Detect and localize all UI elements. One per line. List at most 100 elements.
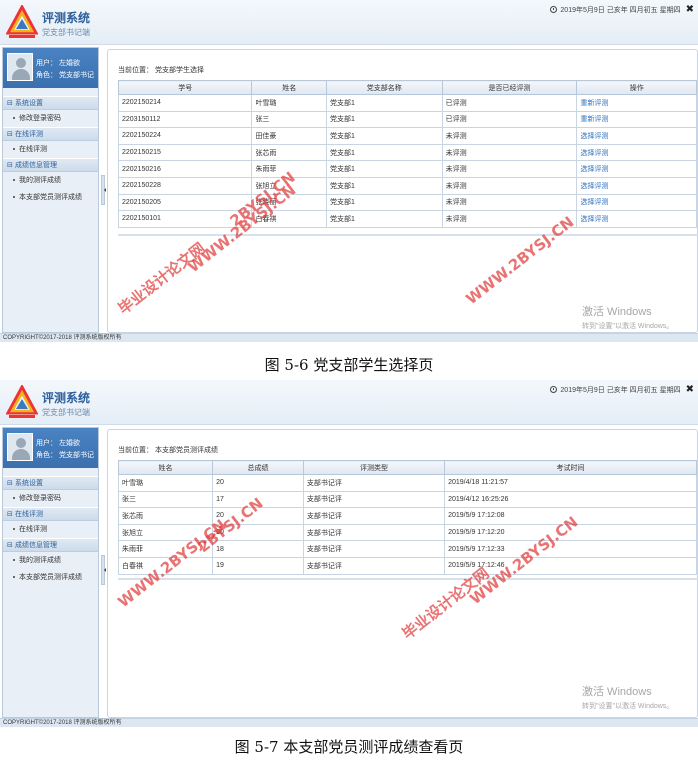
screenshot-student-select: 评测系统 党支部书记端 2019年5月9日 己亥年 四月初五 星期四 ✖ 用户：… <box>0 0 698 342</box>
menu-group-system[interactable]: ⊟ 系统设置 <box>3 476 98 490</box>
activate-windows-notice: 激活 Windows 转到"设置"以激活 Windows。 <box>582 303 673 331</box>
menu-group-label: 成绩信息管理 <box>14 162 57 169</box>
sidebar-collapse-handle[interactable] <box>101 555 106 585</box>
table-row: 2202150101 白春祺 党支部1 未评测 选择评测 <box>117 210 697 228</box>
eval-action-link[interactable]: 选择评测 <box>576 143 697 162</box>
menu-group-system[interactable]: ⊟ 系统设置 <box>3 96 98 110</box>
table-cell: 19 <box>212 556 304 575</box>
app-title: 评测系统 <box>42 11 91 25</box>
table-cell: 18 <box>212 540 304 558</box>
menu-group-online-eval[interactable]: ⊟ 在线评测 <box>3 127 98 141</box>
menu-item-branch-scores[interactable]: 本支部党员测评成绩 <box>3 189 98 206</box>
column-header: 是否已经评测 <box>441 80 578 95</box>
table-row: 叶雪璐 20 支部书记评 2019/4/18 11:21:57 <box>117 474 697 492</box>
menu-group-scores[interactable]: ⊟ 成绩信息管理 <box>3 538 98 552</box>
table-cell: 已评测 <box>441 94 578 112</box>
header-datetime: 2019年5月9日 己亥年 四月初五 星期四 ✖ <box>550 384 694 395</box>
avatar <box>7 433 33 461</box>
app-subtitle: 党支部书记端 <box>42 408 90 417</box>
logo-icon <box>6 385 38 418</box>
user-name: 用户： 左婚欲 <box>36 440 80 447</box>
collapse-icon: ⊟ <box>7 511 13 518</box>
header-datetime: 2019年5月9日 己亥年 四月初五 星期四 ✖ <box>550 4 694 15</box>
sidebar: 用户： 左婚欲 角色： 党支部书记 ⊟ 系统设置 修改登录密码 ⊟ 在线评测 在… <box>2 47 99 333</box>
table-cell: 张芯雨 <box>117 507 214 525</box>
user-name: 用户： 左婚欲 <box>36 60 80 67</box>
main-panel: 当前位置： 本支部党员测评成绩 姓名 总成绩 评测类型 考试时间 叶雪璐 20 支部书记评… <box>107 429 698 718</box>
menu-item-label: 我的测评成绩 <box>19 177 61 184</box>
menu-item-label: 在线评测 <box>19 526 47 533</box>
eval-action-link[interactable]: 选择评测 <box>576 127 697 145</box>
column-header: 学号 <box>117 80 253 95</box>
table-cell: 未评测 <box>441 160 578 178</box>
table-cell: 支部书记评 <box>302 490 446 509</box>
table-cell: 未评测 <box>441 193 578 212</box>
menu-item-online-eval[interactable]: 在线评测 <box>3 521 98 538</box>
table-cell: 2202150215 <box>117 143 253 162</box>
logo-icon <box>6 5 38 38</box>
table-cell: 支部书记评 <box>302 540 446 558</box>
eval-action-link[interactable]: 选择评测 <box>576 193 697 212</box>
table-cell: 党支部1 <box>326 193 443 212</box>
close-icon[interactable]: ✖ <box>686 384 694 395</box>
menu-item-branch-scores[interactable]: 本支部党员测评成绩 <box>3 569 98 586</box>
table-row: 2202150215 张芯雨 党支部1 未评测 选择评测 <box>117 143 697 162</box>
table-cell: 2019/4/18 11:21:57 <box>444 474 697 492</box>
table-cell: 党支部1 <box>326 110 443 129</box>
screenshot-branch-scores: 评测系统 党支部书记端 2019年5月9日 己亥年 四月初五 星期四 ✖ 用户：… <box>0 380 698 727</box>
activate-title: 激活 Windows <box>582 686 652 698</box>
clock-icon <box>550 386 558 393</box>
activate-windows-notice: 激活 Windows 转到"设置"以激活 Windows。 <box>582 683 673 711</box>
clock-icon <box>550 6 558 13</box>
eval-action-link[interactable]: 选择评测 <box>576 210 697 228</box>
app-header: 评测系统 党支部书记端 2019年5月9日 己亥年 四月初五 星期四 ✖ <box>0 0 698 45</box>
menu-group-label: 系统设置 <box>14 480 43 487</box>
user-role: 角色： 党支部书记 <box>36 452 94 459</box>
menu-group-label: 成绩信息管理 <box>14 542 57 549</box>
app-title: 评测系统 <box>42 391 91 405</box>
breadcrumb: 当前位置： 本支部党员测评成绩 <box>118 447 218 454</box>
app-header: 评测系统 党支部书记端 2019年5月9日 己亥年 四月初五 星期四 ✖ <box>0 380 698 425</box>
table-cell: 未评测 <box>441 176 578 195</box>
column-header: 党支部名称 <box>326 80 443 95</box>
student-table: 学号 姓名 党支部名称 是否已经评测 操作 2202150214 叶雪璐 党支部1 已评测 重新… <box>117 80 697 228</box>
table-cell: 2202150228 <box>117 176 253 195</box>
table-row: 白春祺 19 支部书记评 2019/5/9 17:12:46 <box>117 556 697 575</box>
sidebar-menu: ⊟ 系统设置 修改登录密码 ⊟ 在线评测 在线评测 ⊟ 成绩信息管理 我的测评成… <box>3 468 98 586</box>
sidebar-menu: ⊟ 系统设置 修改登录密码 ⊟ 在线评测 在线评测 ⊟ 成绩信息管理 我的测评成… <box>3 88 98 206</box>
app-subtitle: 党支部书记端 <box>42 28 90 37</box>
menu-group-online-eval[interactable]: ⊟ 在线评测 <box>3 507 98 521</box>
column-header: 姓名 <box>251 80 328 95</box>
table-row: 2202150216 朱雨菲 党支部1 未评测 选择评测 <box>117 160 697 178</box>
eval-action-link[interactable]: 选择评测 <box>576 160 697 178</box>
menu-item-change-password[interactable]: 修改登录密码 <box>3 490 98 507</box>
menu-item-online-eval[interactable]: 在线评测 <box>3 141 98 158</box>
sidebar: 用户： 左婚欲 角色： 党支部书记 ⊟ 系统设置 修改登录密码 ⊟ 在线评测 在… <box>2 427 99 718</box>
table-cell: 党支部1 <box>326 143 443 162</box>
menu-item-label: 修改登录密码 <box>19 115 61 122</box>
column-header: 考试时间 <box>444 460 697 475</box>
table-cell: 党支部1 <box>326 176 443 195</box>
menu-group-scores[interactable]: ⊟ 成绩信息管理 <box>3 158 98 172</box>
table-cell: 支部书记评 <box>302 556 446 575</box>
close-icon[interactable]: ✖ <box>686 4 694 15</box>
eval-action-link[interactable]: 重新评测 <box>576 110 697 129</box>
menu-item-my-scores[interactable]: 我的测评成绩 <box>3 172 98 189</box>
collapse-icon: ⊟ <box>7 100 13 107</box>
eval-action-link[interactable]: 选择评测 <box>576 176 697 195</box>
menu-item-my-scores[interactable]: 我的测评成绩 <box>3 552 98 569</box>
menu-item-label: 在线评测 <box>19 146 47 153</box>
table-row: 2202150224 田佳豪 党支部1 未评测 选择评测 <box>117 127 697 145</box>
activate-sub: 转到"设置"以激活 Windows。 <box>582 323 674 330</box>
table-row: 2202150214 叶雪璐 党支部1 已评测 重新评测 <box>117 94 697 112</box>
collapse-icon: ⊟ <box>7 480 13 487</box>
sidebar-collapse-handle[interactable] <box>101 175 106 205</box>
eval-action-link[interactable]: 重新评测 <box>576 94 697 112</box>
figure-caption: 图 5-6 党支部学生选择页 <box>264 356 434 374</box>
table-row: 2203150112 张三 党支部1 已评测 重新评测 <box>117 110 697 129</box>
table-cell: 20 <box>212 474 304 492</box>
table-cell: 支部书记评 <box>302 523 446 542</box>
table-cell: 2202150216 <box>117 160 253 178</box>
menu-item-change-password[interactable]: 修改登录密码 <box>3 110 98 127</box>
table-cell: 未评测 <box>441 143 578 162</box>
